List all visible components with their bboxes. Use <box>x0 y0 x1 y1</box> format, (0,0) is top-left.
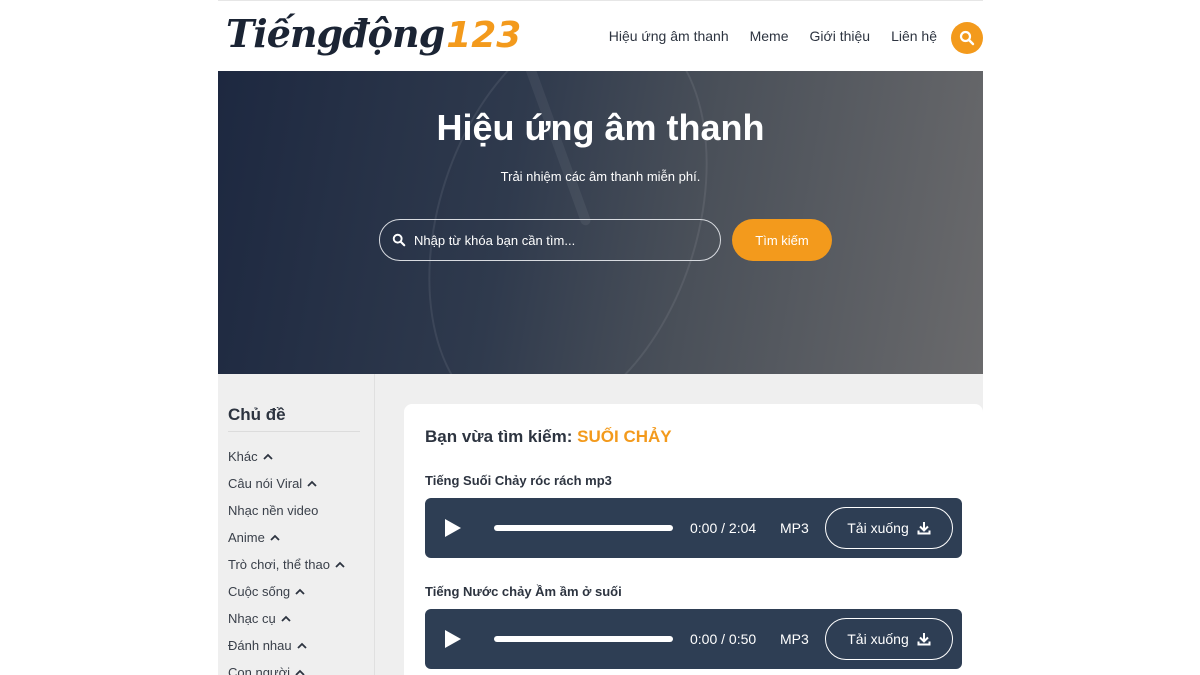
sidebar-item-label: Con người <box>228 665 291 675</box>
audio-player: 0:00 / 2:04 MP3 Tải xuống <box>425 498 962 558</box>
search-field[interactable] <box>379 219 721 261</box>
sidebar-item-cau-noi-viral[interactable]: Câu nói Viral <box>228 470 346 497</box>
progress-slider[interactable] <box>494 636 673 642</box>
sidebar-title: Chủ đề <box>228 405 286 424</box>
sound-title[interactable]: Tiếng Nước chảy Ầm ầm ở suối <box>425 584 622 599</box>
search-button[interactable]: Tìm kiếm <box>732 219 832 261</box>
chevron-up-icon[interactable] <box>306 478 318 490</box>
chevron-up-icon[interactable] <box>269 532 281 544</box>
sidebar-item-nhac-nen-video[interactable]: Nhạc nền video <box>228 497 346 524</box>
sidebar-item-label: Nhạc cụ <box>228 611 276 626</box>
sidebar-divider <box>228 431 360 432</box>
page-title: Hiệu ứng âm thanh <box>436 107 765 148</box>
page: Tiếngđộng 123 Hiệu ứng âm thanh Meme Giớ… <box>0 0 1200 675</box>
sidebar-item-label: Câu nói Viral <box>228 476 303 491</box>
topic-sidebar: Chủ đề Khác Câu nói Viral Nhạc nền video… <box>218 374 375 675</box>
download-button[interactable]: Tải xuống <box>825 618 953 660</box>
chevron-up-icon[interactable] <box>296 640 308 652</box>
content-area: Chủ đề Khác Câu nói Viral Nhạc nền video… <box>218 374 983 675</box>
play-icon[interactable] <box>445 519 461 537</box>
results-heading-prefix: Bạn vừa tìm kiếm: <box>425 427 573 446</box>
download-icon <box>917 633 931 646</box>
logo-text: Tiếngđộng <box>226 11 445 56</box>
sidebar-item-label: Trò chơi, thể thao <box>228 557 330 572</box>
results-heading: Bạn vừa tìm kiếm: SUỐI CHẢY <box>425 427 672 447</box>
search-input[interactable] <box>414 232 694 248</box>
topic-list: Khác Câu nói Viral Nhạc nền video Anime … <box>228 443 346 675</box>
chevron-up-icon[interactable] <box>280 613 292 625</box>
sidebar-item-danh-nhau[interactable]: Đánh nhau <box>228 632 346 659</box>
time-display: 0:00 / 0:50 <box>690 631 757 647</box>
main-nav: Hiệu ứng âm thanh Meme Giới thiệu Liên h… <box>609 28 937 44</box>
progress-slider[interactable] <box>494 525 673 531</box>
search-results-panel: Bạn vừa tìm kiếm: SUỐI CHẢY Tiếng Suối C… <box>404 404 983 675</box>
site-logo[interactable]: Tiếngđộng 123 <box>226 11 521 61</box>
play-icon[interactable] <box>445 630 461 648</box>
sidebar-item-label: Cuộc sống <box>228 584 291 599</box>
hero-banner: Hiệu ứng âm thanh Trải nhiệm các âm than… <box>218 71 983 374</box>
nav-contact[interactable]: Liên hệ <box>891 28 937 44</box>
sidebar-item-tro-choi-the-thao[interactable]: Trò chơi, thể thao <box>228 551 346 578</box>
sidebar-item-anime[interactable]: Anime <box>228 524 346 551</box>
site-header: Tiếngđộng 123 Hiệu ứng âm thanh Meme Giớ… <box>218 0 983 71</box>
search-icon <box>959 30 975 46</box>
nav-about[interactable]: Giới thiệu <box>810 28 871 44</box>
sidebar-item-label: Khác <box>228 449 258 464</box>
download-button[interactable]: Tải xuống <box>825 507 953 549</box>
download-label: Tải xuống <box>847 631 909 647</box>
format-label: MP3 <box>780 520 809 536</box>
sidebar-item-nhac-cu[interactable]: Nhạc cụ <box>228 605 346 632</box>
nav-sound-effects[interactable]: Hiệu ứng âm thanh <box>609 28 729 44</box>
chevron-up-icon[interactable] <box>294 667 306 675</box>
nav-meme[interactable]: Meme <box>750 28 789 44</box>
sound-title[interactable]: Tiếng Suối Chảy róc rách mp3 <box>425 473 612 488</box>
sidebar-item-cuoc-song[interactable]: Cuộc sống <box>228 578 346 605</box>
audio-player: 0:00 / 0:50 MP3 Tải xuống <box>425 609 962 669</box>
sidebar-item-khac[interactable]: Khác <box>228 443 346 470</box>
download-icon <box>917 522 931 535</box>
sidebar-item-label: Đánh nhau <box>228 638 292 653</box>
chevron-up-icon[interactable] <box>334 559 346 571</box>
time-display: 0:00 / 2:04 <box>690 520 757 536</box>
sidebar-item-label: Nhạc nền video <box>228 503 319 518</box>
search-keyword: SUỐI CHẢY <box>577 427 672 446</box>
chevron-up-icon[interactable] <box>294 586 306 598</box>
header-search-button[interactable] <box>951 22 983 54</box>
search-icon <box>392 233 406 247</box>
sidebar-item-con-nguoi[interactable]: Con người <box>228 659 346 675</box>
page-subtitle: Trải nhiệm các âm thanh miễn phí. <box>500 169 701 184</box>
format-label: MP3 <box>780 631 809 647</box>
chevron-up-icon[interactable] <box>262 451 274 463</box>
logo-number: 123 <box>446 15 522 56</box>
download-label: Tải xuống <box>847 520 909 536</box>
sidebar-item-label: Anime <box>228 530 265 545</box>
